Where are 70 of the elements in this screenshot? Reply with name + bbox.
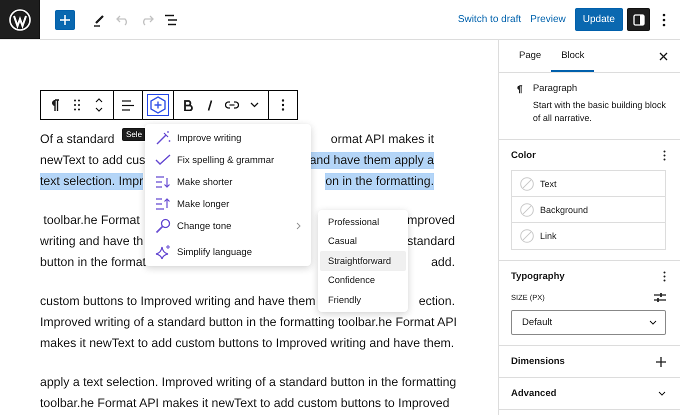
- paragraph-text: toolbar.he Format: [42, 212, 140, 229]
- paragraph-text: apply a text selection. Improved writing of a standard button in the formatting: [40, 374, 456, 391]
- magic-wand-icon: [155, 130, 171, 146]
- chevron-down-icon[interactable]: [658, 391, 666, 396]
- more-options-icon[interactable]: [663, 271, 666, 282]
- no-color-icon: [520, 202, 534, 216]
- shorten-text-icon: [155, 175, 171, 189]
- menu-item[interactable]: Make longer: [145, 193, 311, 215]
- paragraph-text: text selection. Impr: [40, 173, 144, 190]
- color-setting-item[interactable]: Link: [512, 223, 665, 249]
- sliders-icon[interactable]: [654, 292, 666, 303]
- no-color-icon: [520, 229, 534, 243]
- sidebar-tab[interactable]: Page: [509, 40, 552, 72]
- paragraph-text: newText to add cus: [40, 152, 146, 169]
- menu-item[interactable]: Improve writing: [145, 127, 311, 149]
- update-button[interactable]: Update: [574, 8, 623, 31]
- pen-icon[interactable]: [92, 12, 106, 26]
- paragraph-text: on in the formatting.: [325, 173, 434, 190]
- sidebar-tab[interactable]: Block: [551, 40, 594, 72]
- sparkle-icon: [155, 244, 171, 260]
- block-name: Paragraph: [532, 83, 578, 94]
- menu-item[interactable]: Confidence: [320, 270, 406, 290]
- panel-title[interactable]: Advanced: [511, 388, 556, 399]
- header-link[interactable]: Preview: [530, 14, 566, 25]
- no-color-icon: [520, 176, 534, 190]
- more-options-icon[interactable]: [662, 12, 666, 26]
- menu-item[interactable]: Fix spelling & grammar: [145, 149, 311, 171]
- tooltip: Sele: [122, 128, 146, 141]
- chevron-down-icon: [649, 320, 657, 325]
- menu-item[interactable]: Simplify language: [145, 241, 311, 263]
- menu-item[interactable]: Change tone: [145, 215, 311, 237]
- panel-title: Color: [511, 150, 536, 161]
- block-description: Start with the basic building block of all narrative.: [532, 99, 666, 125]
- paragraph-text: makes it newText to add custom buttons to Improved writing and have them.: [40, 335, 454, 352]
- menu-item[interactable]: Casual: [320, 232, 406, 251]
- more-options-icon[interactable]: [663, 150, 666, 161]
- paragraph-text: mproved: [407, 212, 455, 229]
- font-size-select[interactable]: Default: [511, 310, 666, 335]
- lengthen-text-icon: [155, 197, 171, 211]
- paragraph-text: ormat API makes it: [330, 131, 434, 148]
- paragraph-text: Improved writing of a standard button in the formatting toolbar.he Format API: [40, 314, 457, 331]
- menu-item[interactable]: Make shorter: [145, 171, 311, 193]
- paragraph-text: custom buttons to Improved writing and have them: [40, 293, 316, 310]
- paragraph-text: ection.: [418, 293, 455, 310]
- menu-item[interactable]: Friendly: [320, 290, 406, 310]
- sidebar-toggle-button[interactable]: [627, 8, 650, 31]
- list-view-icon[interactable]: [164, 14, 178, 26]
- panel-title[interactable]: Dimensions: [511, 356, 565, 367]
- paragraph-text: button in the format: [40, 254, 146, 271]
- paragraph-icon: [516, 83, 523, 96]
- add-block-button[interactable]: [55, 10, 75, 30]
- plus-icon[interactable]: [656, 356, 666, 366]
- paragraph-text: and have them apply a: [310, 152, 434, 169]
- plus-icon: [60, 14, 70, 24]
- panel-title: Typography: [511, 271, 565, 282]
- paragraph-text: toolbar.he Format API makes it newText to add custom buttons to Improved: [40, 395, 450, 412]
- close-icon[interactable]: [659, 52, 668, 60]
- menu-item[interactable]: Professional: [320, 212, 406, 232]
- paragraph-text: writing and have th: [40, 233, 144, 250]
- menu-item[interactable]: Straightforward: [320, 251, 406, 270]
- color-setting-item[interactable]: Text: [512, 171, 665, 197]
- header-link[interactable]: Switch to draft: [458, 14, 522, 25]
- paragraph-text: standard: [407, 233, 455, 250]
- paragraph-text: add.: [431, 254, 455, 271]
- check-icon: [155, 154, 171, 166]
- sidebar-icon: [632, 14, 644, 26]
- color-setting-item[interactable]: Background: [512, 197, 665, 223]
- wordpress-logo[interactable]: [0, 0, 40, 39]
- ai-assistant-button[interactable]: [147, 94, 169, 116]
- paragraph-text: Of a standard: [40, 131, 115, 148]
